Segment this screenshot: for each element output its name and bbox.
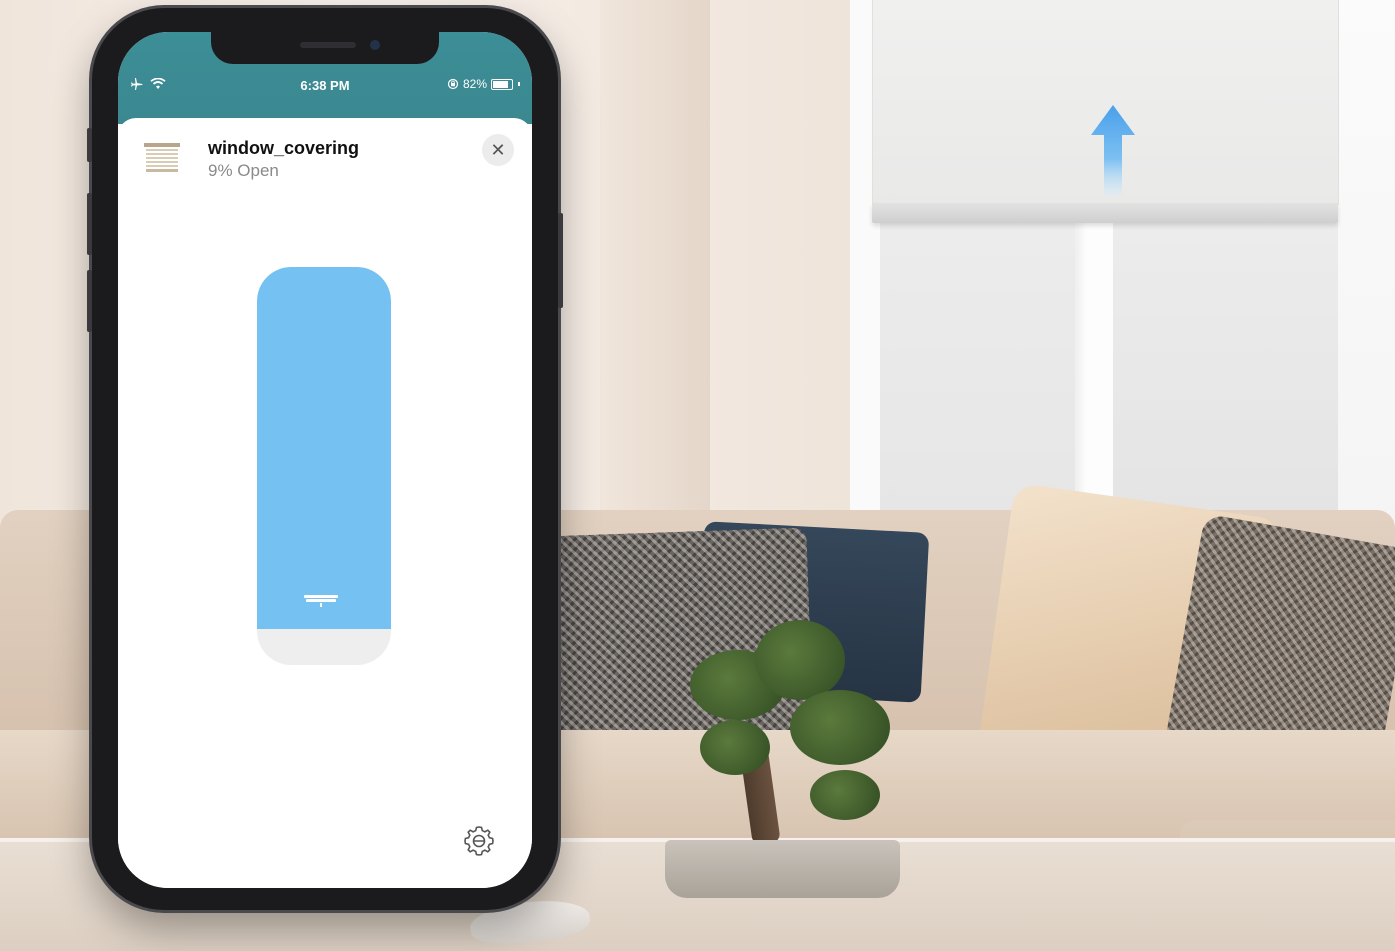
arrow-up-icon: [1091, 105, 1135, 195]
phone-side-button: [558, 213, 563, 308]
bonsai-foliage: [810, 770, 880, 820]
bonsai-foliage: [755, 620, 845, 700]
status-right: 82%: [447, 77, 520, 91]
close-icon: ✕: [490, 139, 506, 160]
bonsai-foliage: [790, 690, 890, 765]
gear-icon[interactable]: [462, 824, 496, 858]
phone-side-button: [87, 128, 92, 162]
bonsai-foliage: [700, 720, 770, 775]
blinds-icon: [144, 143, 180, 172]
device-name: window_covering: [208, 138, 360, 158]
speaker: [300, 42, 356, 48]
battery-percent: 82%: [462, 77, 487, 91]
wall-column: [600, 0, 710, 520]
window-pane: [880, 220, 1075, 520]
window-pane: [1113, 220, 1338, 520]
battery-level: [493, 80, 508, 88]
battery-tip: [518, 82, 520, 86]
slider-fill: [257, 267, 391, 629]
device-control-sheet: window_covering 9% Open ✕: [118, 118, 532, 888]
bonsai-tray: [665, 840, 900, 898]
phone-screen: 6:38 PM 82% window_covering 9% Open ✕: [118, 32, 532, 888]
battery-icon: [491, 78, 513, 90]
phone: 6:38 PM 82% window_covering 9% Open ✕: [87, 8, 563, 910]
roller-shade-bottom-bar: [872, 203, 1338, 223]
phone-side-button: [87, 270, 92, 332]
phone-side-button: [87, 193, 92, 255]
product-photo: 6:38 PM 82% window_covering 9% Open ✕: [0, 0, 1395, 951]
position-slider[interactable]: [257, 267, 391, 665]
front-camera: [370, 40, 380, 50]
close-button[interactable]: ✕: [482, 134, 514, 166]
slider-handle[interactable]: [304, 595, 344, 607]
device-state: 9% Open: [208, 161, 279, 180]
notch: [211, 32, 439, 64]
orientation-lock-icon: [447, 78, 459, 90]
